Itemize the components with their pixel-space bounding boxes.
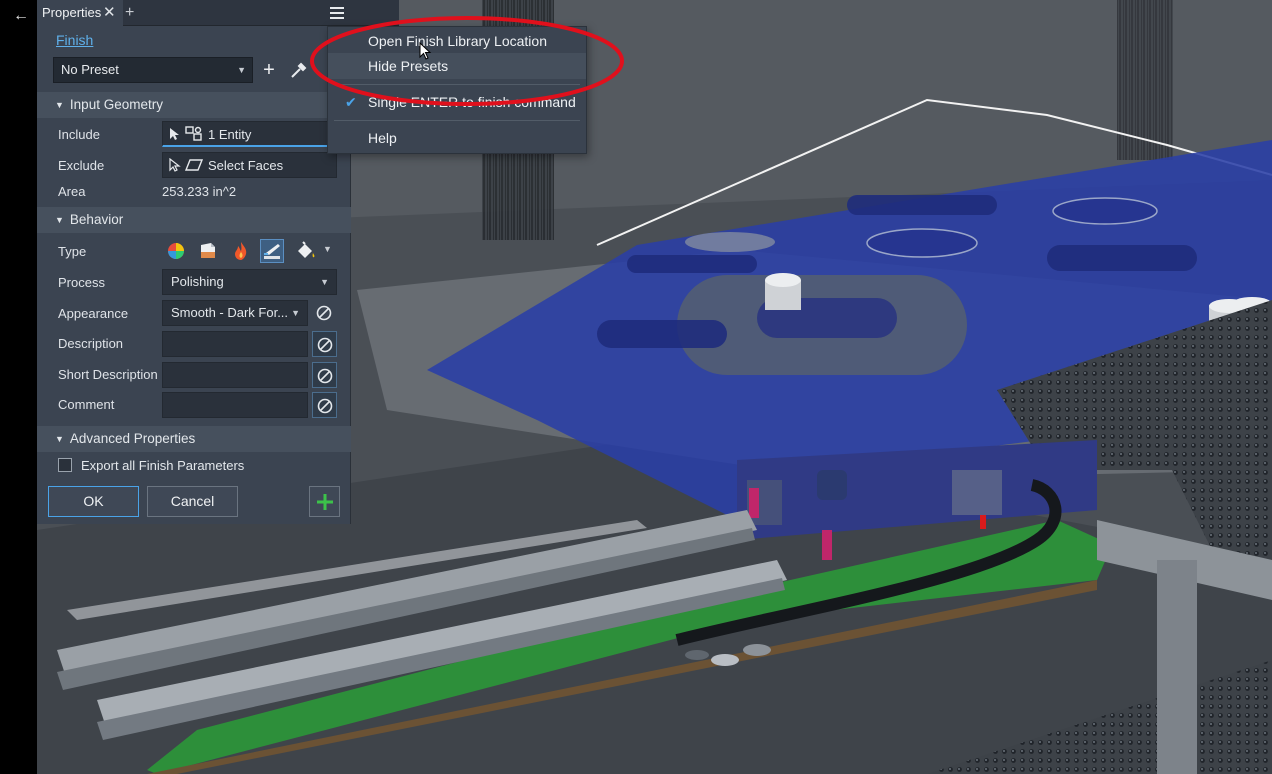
menu-item-label: Help bbox=[368, 130, 397, 146]
chevron-down-icon[interactable]: ▼ bbox=[323, 244, 332, 254]
area-label: Area bbox=[58, 184, 86, 199]
add-tab-icon[interactable]: + bbox=[125, 2, 134, 24]
menu-item-single-enter[interactable]: ✔ Single ENTER to finish command bbox=[328, 89, 586, 115]
section-behavior[interactable]: ▼ Behavior bbox=[37, 207, 351, 233]
section-behavior-label: Behavior bbox=[69, 212, 124, 227]
clear-short-description-button[interactable] bbox=[312, 362, 337, 388]
exclude-value: Select Faces bbox=[208, 158, 284, 173]
entity-icon bbox=[185, 126, 202, 141]
section-advanced-properties[interactable]: ▼ Advanced Properties bbox=[37, 426, 351, 452]
paint-icon[interactable] bbox=[294, 239, 318, 263]
clear-appearance-button[interactable] bbox=[312, 300, 337, 326]
hamburger-menu-icon[interactable] bbox=[327, 3, 347, 23]
menu-separator bbox=[334, 84, 580, 85]
plus-icon bbox=[317, 494, 333, 510]
include-label: Include bbox=[58, 127, 100, 142]
short-description-input[interactable] bbox=[162, 362, 308, 388]
process-select[interactable]: Polishing ▼ bbox=[162, 269, 337, 295]
cursor-arrow-icon bbox=[170, 128, 179, 140]
menu-item-label: Open Finish Library Location bbox=[368, 33, 547, 49]
clear-icon bbox=[317, 368, 333, 384]
apply-button[interactable] bbox=[309, 486, 340, 517]
preset-select[interactable]: No Preset ▼ bbox=[53, 57, 253, 83]
clear-icon bbox=[316, 305, 332, 321]
finish-link[interactable]: Finish bbox=[56, 32, 93, 48]
export-all-checkbox[interactable] bbox=[58, 458, 72, 472]
process-value: Polishing bbox=[171, 274, 224, 289]
clear-icon bbox=[317, 337, 333, 353]
triangle-down-icon: ▼ bbox=[55, 215, 64, 225]
face-icon bbox=[185, 159, 203, 171]
clear-comment-button[interactable] bbox=[312, 392, 337, 418]
appearance-label: Appearance bbox=[58, 306, 129, 321]
material-coating-icon[interactable] bbox=[196, 239, 220, 263]
triangle-down-icon: ▼ bbox=[55, 100, 64, 110]
clear-description-button[interactable] bbox=[312, 331, 337, 357]
menu-item-label: Single ENTER to finish command bbox=[368, 94, 576, 110]
menu-item-hide-presets[interactable]: Hide Presets bbox=[328, 53, 586, 79]
appearance-select[interactable]: Smooth - Dark For... ▼ bbox=[162, 300, 308, 326]
appearance-value: Smooth - Dark For... bbox=[171, 305, 289, 320]
export-all-label: Export all Finish Parameters bbox=[81, 458, 245, 473]
tab-properties-label: Properties bbox=[42, 5, 102, 20]
area-value: 253.233 in^2 bbox=[162, 184, 237, 199]
left-strip: ← bbox=[0, 0, 37, 774]
appearance-icon[interactable] bbox=[164, 239, 188, 263]
chevron-down-icon: ▼ bbox=[320, 277, 329, 287]
menu-item-help[interactable]: Help bbox=[328, 125, 586, 151]
panel-tab-bar: Properties ✕ + bbox=[37, 0, 399, 26]
menu-separator bbox=[334, 120, 580, 121]
add-preset-button[interactable]: + bbox=[259, 58, 279, 82]
preset-value: No Preset bbox=[61, 62, 119, 77]
menu-item-label: Hide Presets bbox=[368, 58, 449, 74]
surface-finish-icon[interactable] bbox=[260, 239, 284, 263]
type-label: Type bbox=[58, 244, 87, 259]
description-input[interactable] bbox=[162, 331, 308, 357]
section-input-geometry-label: Input Geometry bbox=[69, 97, 163, 112]
exclude-label: Exclude bbox=[58, 158, 105, 173]
description-label: Description bbox=[58, 336, 124, 351]
clear-icon bbox=[317, 398, 333, 414]
cursor-arrow-icon bbox=[169, 158, 181, 172]
heat-treatment-icon[interactable] bbox=[229, 239, 253, 263]
short-description-label: Short Description bbox=[58, 367, 158, 382]
cancel-button[interactable]: Cancel bbox=[147, 486, 238, 517]
menu-item-open-finish-library[interactable]: Open Finish Library Location bbox=[328, 28, 586, 54]
comment-input[interactable] bbox=[162, 392, 308, 418]
arrow-left-icon[interactable]: ← bbox=[10, 5, 32, 27]
process-label: Process bbox=[58, 275, 105, 290]
exclude-selector[interactable]: Select Faces bbox=[162, 152, 337, 178]
checkmark-icon: ✔ bbox=[345, 94, 357, 110]
section-input-geometry[interactable]: ▼ Input Geometry bbox=[37, 92, 351, 118]
eyedropper-icon[interactable] bbox=[289, 60, 309, 80]
comment-label: Comment bbox=[58, 397, 115, 412]
chevron-down-icon: ▼ bbox=[237, 65, 246, 75]
include-value: 1 Entity bbox=[208, 127, 252, 142]
panel-options-menu: Open Finish Library Location Hide Preset… bbox=[327, 26, 587, 154]
chevron-down-icon: ▼ bbox=[291, 308, 300, 318]
section-advanced-label: Advanced Properties bbox=[69, 431, 196, 446]
include-selector[interactable]: 1 Entity bbox=[162, 121, 337, 147]
properties-panel: Properties ✕ + Finish No Preset ▼ + ▼ Inp… bbox=[37, 0, 399, 524]
triangle-down-icon: ▼ bbox=[55, 434, 64, 444]
ok-button[interactable]: OK bbox=[48, 486, 139, 517]
close-icon[interactable]: ✕ bbox=[103, 4, 116, 22]
